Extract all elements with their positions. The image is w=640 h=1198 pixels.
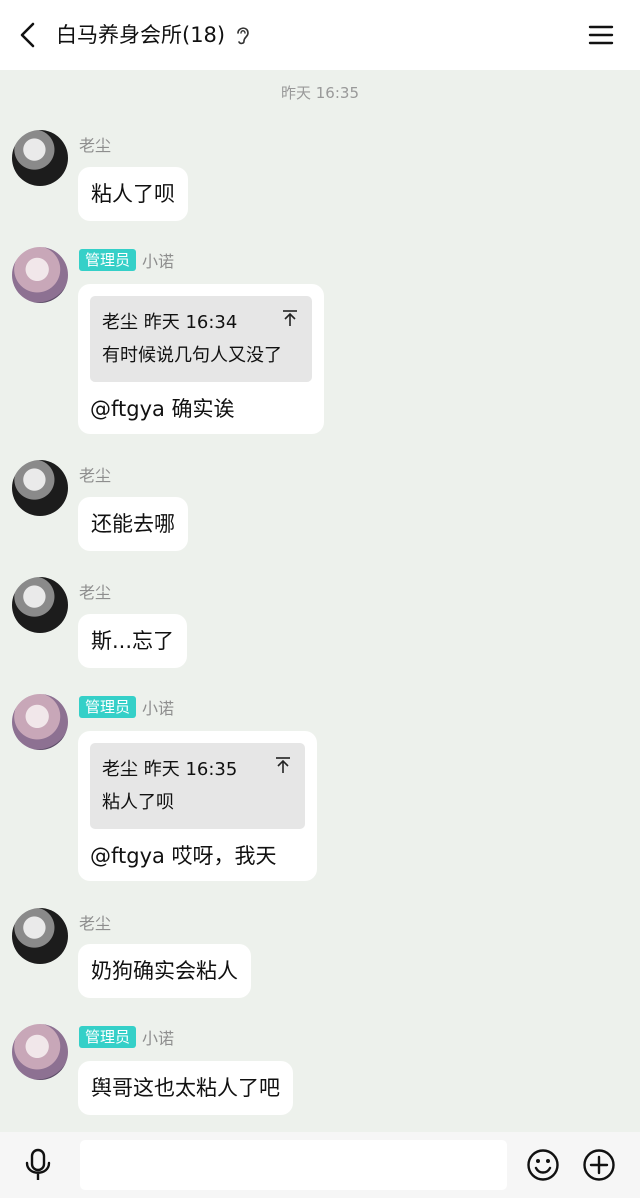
- message-bubble[interactable]: 还能去哪: [78, 497, 188, 551]
- chat-title: 白马养身会所(18): [56, 23, 226, 47]
- avatar[interactable]: [12, 460, 68, 516]
- sender-row: 老尘: [79, 132, 111, 156]
- message-bubble[interactable]: 老尘 昨天 16:34 有时候说几句人又没了 @ftgya 确实诶: [78, 284, 324, 434]
- message-bubble[interactable]: 斯...忘了: [78, 614, 188, 668]
- sender-row: 老尘: [79, 910, 111, 934]
- avatar[interactable]: [12, 908, 68, 964]
- admin-badge: 管理员: [79, 249, 137, 271]
- sender-row: 管理员 小诺: [79, 695, 174, 719]
- message-text: 还能去哪: [91, 512, 175, 536]
- message-text: 斯...忘了: [91, 629, 175, 653]
- quoted-message[interactable]: 老尘 昨天 16:34 有时候说几句人又没了: [90, 296, 312, 382]
- sender-name: 小诺: [142, 699, 175, 718]
- sender-row: 老尘: [79, 462, 111, 486]
- message-text: 舆哥这也太粘人了吧: [91, 1076, 280, 1100]
- jump-to-top-icon[interactable]: [280, 308, 300, 328]
- ear-icon: [237, 27, 249, 45]
- quote-meta: 老尘 昨天 16:34: [102, 312, 238, 333]
- sender-name: 老尘: [79, 583, 112, 602]
- jump-to-top-icon[interactable]: [273, 755, 293, 775]
- avatar[interactable]: [12, 130, 68, 186]
- message-bubble[interactable]: 奶狗确实会粘人: [78, 944, 251, 998]
- sender-name: 老尘: [79, 136, 112, 155]
- admin-badge: 管理员: [79, 696, 137, 718]
- message-bubble[interactable]: 老尘 昨天 16:35 粘人了呗 @ftgya 哎呀，我天: [78, 731, 317, 881]
- message-bubble[interactable]: 舆哥这也太粘人了吧: [78, 1061, 293, 1115]
- sender-name: 老尘: [79, 914, 112, 933]
- sender-name: 小诺: [142, 252, 175, 271]
- sender-row: 管理员 小诺: [79, 248, 174, 272]
- avatar[interactable]: [12, 247, 68, 303]
- quote-text: 粘人了呗: [102, 792, 174, 813]
- microphone-icon[interactable]: [22, 1148, 54, 1182]
- quoted-message[interactable]: 老尘 昨天 16:35 粘人了呗: [90, 743, 305, 829]
- message-text: @ftgya 确实诶: [90, 397, 235, 421]
- message-text: 粘人了呗: [91, 182, 175, 206]
- quote-meta: 老尘 昨天 16:35: [102, 759, 238, 780]
- chat-header: 白马养身会所(18): [0, 0, 640, 70]
- message-bubble[interactable]: 粘人了呗: [78, 167, 188, 221]
- sender-row: 老尘: [79, 579, 111, 603]
- plus-circle-icon[interactable]: [582, 1148, 616, 1182]
- avatar[interactable]: [12, 577, 68, 633]
- message-text: 奶狗确实会粘人: [91, 959, 238, 983]
- avatar[interactable]: [12, 1024, 68, 1080]
- message-timestamp: 昨天 16:35: [281, 84, 359, 102]
- message-text: @ftgya 哎呀，我天: [90, 844, 277, 868]
- message-input[interactable]: [80, 1140, 507, 1190]
- chevron-left-icon[interactable]: [14, 20, 44, 50]
- input-bar: [0, 1132, 640, 1198]
- avatar[interactable]: [12, 694, 68, 750]
- sender-name: 小诺: [142, 1029, 175, 1048]
- admin-badge: 管理员: [79, 1026, 137, 1048]
- sender-name: 老尘: [79, 466, 112, 485]
- sender-row: 管理员 小诺: [79, 1025, 174, 1049]
- quote-text: 有时候说几句人又没了: [102, 345, 282, 366]
- emoji-icon[interactable]: [526, 1148, 560, 1182]
- hamburger-menu-icon[interactable]: [586, 20, 616, 50]
